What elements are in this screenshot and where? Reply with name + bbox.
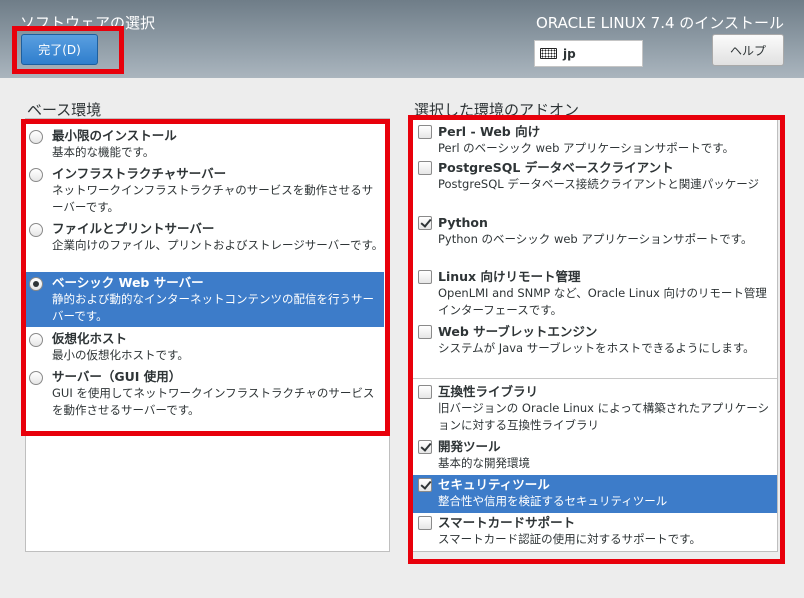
base-env-option-file-print[interactable]: ファイルとプリントサーバー 企業向けのファイル、プリントおよびストレージサーバー…: [26, 218, 384, 272]
page-title: ソフトウェアの選択: [20, 14, 156, 32]
addon-name: スマートカードサポート: [438, 515, 576, 530]
radio-button[interactable]: [29, 130, 43, 144]
addon-description: スマートカード認証の使用に対するサポートです。: [438, 532, 702, 546]
checkbox[interactable]: [418, 516, 432, 530]
checkbox[interactable]: [418, 161, 432, 175]
addon-perl-web[interactable]: Perl - Web 向け Perl のベーシック web アプリケーションサポ…: [413, 122, 777, 158]
radio-button[interactable]: [29, 168, 43, 182]
addon-description: 旧バージョンの Oracle Linux によって構築されたアプリケーションに対…: [438, 401, 769, 432]
checkbox-checked[interactable]: [418, 478, 432, 492]
option-name: インフラストラクチャサーバー: [52, 166, 227, 181]
base-env-option-infrastructure[interactable]: インフラストラクチャサーバー ネットワークインフラストラクチャのサービスを動作さ…: [26, 163, 384, 217]
checkbox-checked[interactable]: [418, 216, 432, 230]
option-name: ファイルとプリントサーバー: [52, 221, 215, 236]
addon-description: PostgreSQL データベース接続クライアントと関連パッケージ: [438, 177, 760, 191]
addon-description: システムが Java サーブレットをホストできるようにします。: [438, 341, 755, 355]
addon-description: 整合性や信用を検証するセキュリティツール: [438, 494, 668, 508]
addon-linux-remote-management[interactable]: Linux 向けリモート管理 OpenLMI and SNMP など、Oracl…: [413, 267, 777, 321]
checkbox[interactable]: [418, 325, 432, 339]
addon-web-servlet-engine[interactable]: Web サーブレットエンジン システムが Java サーブレットをホストできるよ…: [413, 322, 777, 376]
option-description: ネットワークインフラストラクチャのサービスを動作させるサーバーです。: [52, 183, 374, 214]
keyboard-layout-label: jp: [563, 46, 576, 61]
radio-button[interactable]: [29, 333, 43, 347]
header-bar: ソフトウェアの選択 ORACLE LINUX 7.4 のインストール 完了(D)…: [0, 0, 804, 78]
addons-heading: 選択した環境のアドオン: [414, 101, 580, 119]
base-env-option-basic-web-server[interactable]: ベーシック Web サーバー 静的および動的なインターネットコンテンツの配信を行…: [26, 272, 384, 327]
addon-name: Python: [438, 215, 488, 230]
option-description: 基本的な機能です。: [52, 145, 155, 159]
checkbox[interactable]: [418, 270, 432, 284]
help-button[interactable]: ヘルプ: [712, 34, 784, 66]
option-name: サーバー（GUI 使用）: [52, 369, 182, 384]
option-description: 企業向けのファイル、プリントおよびストレージサーバーです。: [52, 238, 384, 252]
addon-development-tools[interactable]: 開発ツール 基本的な開発環境: [413, 437, 777, 475]
addon-separator: [413, 378, 777, 379]
keyboard-layout-indicator[interactable]: jp: [534, 40, 643, 67]
addon-description: OpenLMI and SNMP など、Oracle Linux 向けのリモート…: [438, 286, 767, 317]
base-env-option-minimal[interactable]: 最小限のインストール 基本的な機能です。: [26, 125, 384, 163]
addon-compatibility-libraries[interactable]: 互換性ライブラリ 旧バージョンの Oracle Linux によって構築されたア…: [413, 382, 777, 436]
option-name: 最小限のインストール: [52, 128, 177, 143]
addon-name: Perl - Web 向け: [438, 124, 541, 139]
addon-description: 基本的な開発環境: [438, 456, 530, 470]
keyboard-icon: [540, 48, 557, 59]
addon-description: Python のベーシック web アプリケーションサポートです。: [438, 232, 753, 246]
done-button[interactable]: 完了(D): [21, 34, 98, 65]
addon-description: Perl のベーシック web アプリケーションサポートです。: [438, 141, 735, 155]
addon-name: 互換性ライブラリ: [438, 384, 539, 399]
addon-name: Linux 向けリモート管理: [438, 269, 581, 284]
radio-button-selected[interactable]: [29, 277, 43, 291]
checkbox[interactable]: [418, 125, 432, 139]
addon-python[interactable]: Python Python のベーシック web アプリケーションサポートです。: [413, 213, 777, 267]
radio-button[interactable]: [29, 223, 43, 237]
option-description: 静的および動的なインターネットコンテンツの配信を行うサーバーです。: [52, 292, 374, 323]
base-env-option-server-gui[interactable]: サーバー（GUI 使用） GUI を使用してネットワークインフラストラクチャのサ…: [26, 366, 384, 420]
checkbox[interactable]: [418, 385, 432, 399]
addon-name: PostgreSQL データベースクライアント: [438, 160, 674, 175]
product-title: ORACLE LINUX 7.4 のインストール: [535, 14, 784, 32]
option-description: GUI を使用してネットワークインフラストラクチャのサービスを動作させるサーバー…: [52, 386, 375, 417]
option-name: ベーシック Web サーバー: [52, 275, 204, 290]
addon-name: Web サーブレットエンジン: [438, 324, 598, 339]
addon-security-tools[interactable]: セキュリティツール 整合性や信用を検証するセキュリティツール: [413, 475, 777, 513]
checkbox-checked[interactable]: [418, 440, 432, 454]
base-env-option-virtualization-host[interactable]: 仮想化ホスト 最小の仮想化ホストです。: [26, 328, 384, 366]
addon-name: セキュリティツール: [438, 477, 550, 492]
base-env-heading: ベース環境: [27, 101, 102, 119]
addon-smart-card-support[interactable]: スマートカードサポート スマートカード認証の使用に対するサポートです。: [413, 513, 777, 551]
radio-button[interactable]: [29, 371, 43, 385]
addon-postgresql-client[interactable]: PostgreSQL データベースクライアント PostgreSQL データベー…: [413, 158, 777, 212]
option-name: 仮想化ホスト: [52, 331, 128, 346]
addon-name: 開発ツール: [438, 439, 501, 454]
option-description: 最小の仮想化ホストです。: [52, 348, 189, 362]
